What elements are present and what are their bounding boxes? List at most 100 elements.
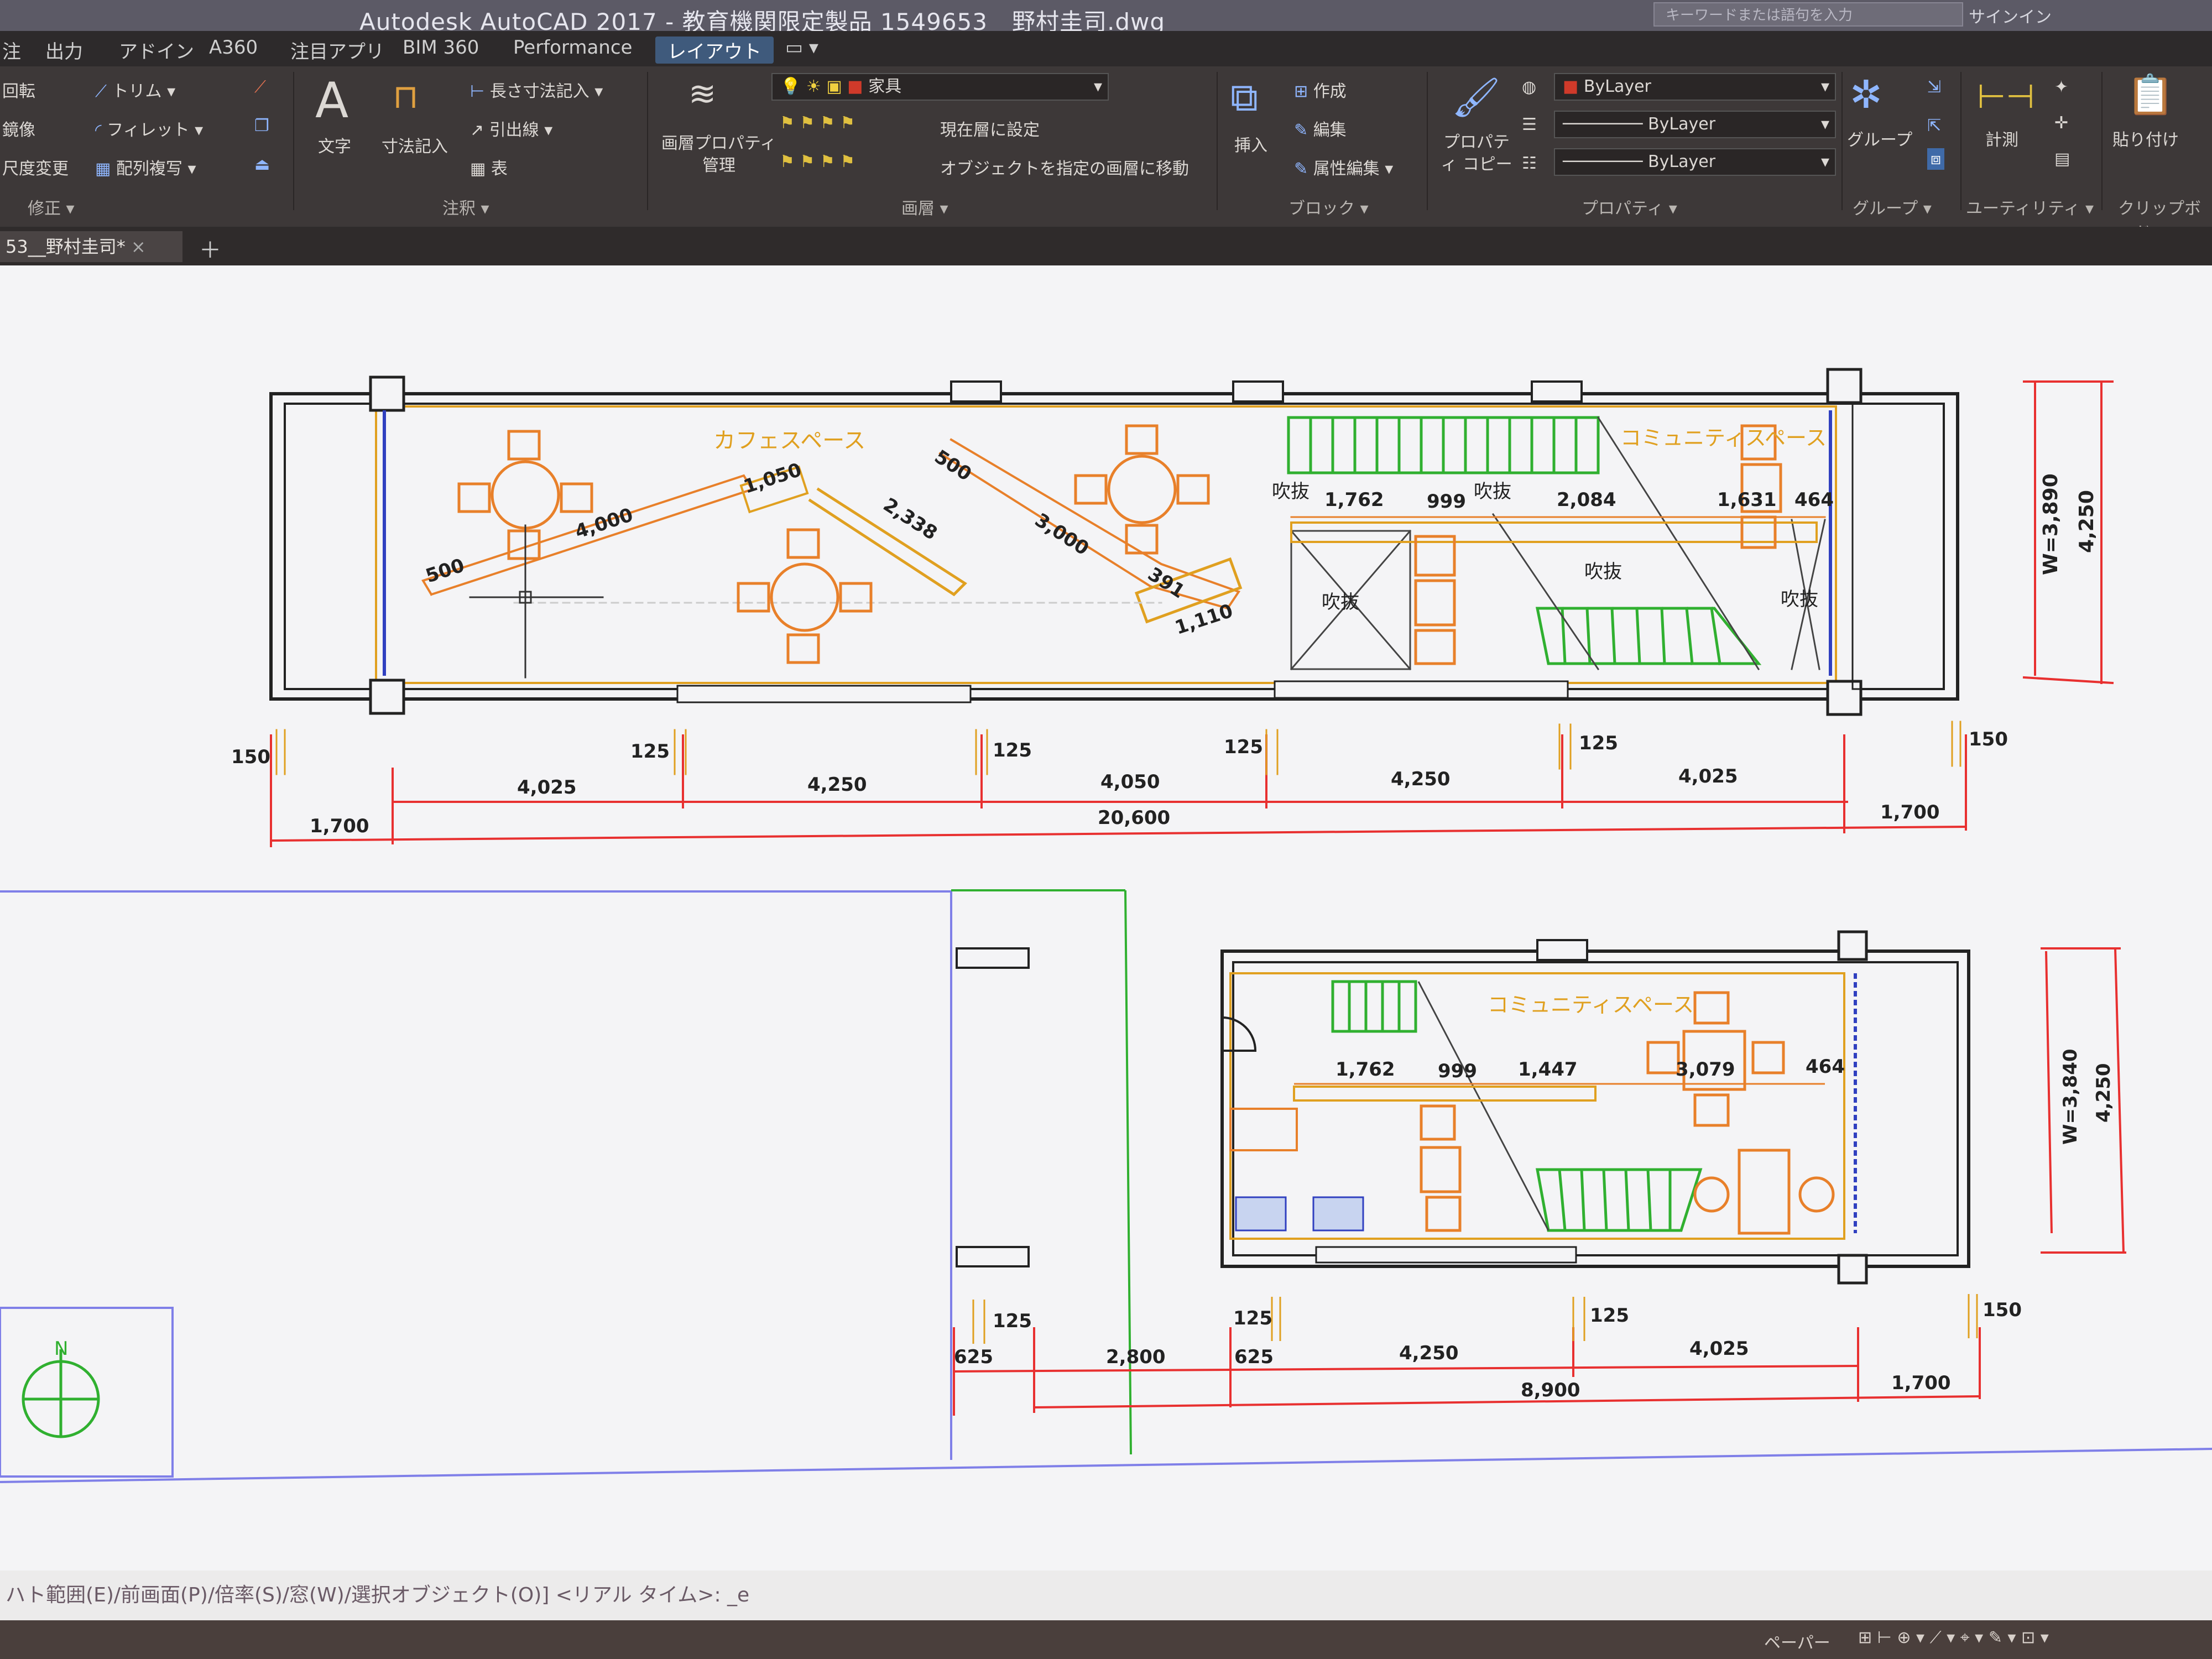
column — [369, 679, 405, 715]
table-button[interactable]: ▦ 表 — [470, 155, 508, 179]
group-icon[interactable]: ✲ — [1850, 72, 1882, 117]
tab-addin[interactable]: アドイン — [119, 36, 194, 64]
vent — [676, 685, 972, 703]
title-bar: Autodesk AutoCAD 2017 - 教育機関限定製品 1549653… — [0, 0, 2212, 35]
insert-button[interactable]: 挿入 — [1234, 132, 1267, 156]
new-tab-icon[interactable]: ＋ — [199, 232, 221, 264]
measure-icon[interactable]: ⊢⊣ — [1977, 77, 2035, 116]
dim-text: 1,700 — [1880, 801, 1940, 823]
match-properties-icon[interactable]: 🖌 — [1452, 75, 1501, 121]
stairs — [1331, 980, 1703, 1232]
copy-icon[interactable]: ❐ — [254, 116, 269, 135]
measure-button[interactable]: 計測 — [1985, 126, 2018, 150]
scale-button[interactable]: 尺度変更 — [2, 155, 69, 179]
tab-output[interactable]: 出力 — [45, 36, 83, 64]
group-select-toggle[interactable]: ⧈ — [1927, 148, 1945, 170]
layers-label: 画層 — [901, 199, 935, 218]
group-edit-icon[interactable]: ⇱ — [1927, 116, 1941, 135]
groups-panel-label[interactable]: グループ ▾ — [1853, 195, 1932, 219]
dining-set — [737, 528, 873, 664]
quick-select-icon[interactable]: ✦ — [2054, 77, 2068, 97]
tab-featured-apps[interactable]: 注目アプリ — [290, 36, 384, 64]
trim-button[interactable]: ⟋ トリム ▾ — [95, 77, 175, 102]
modify-panel-label[interactable]: 修正 ▾ — [28, 195, 75, 219]
lineweight-dropdown[interactable]: ──────── ByLayer ▾ — [1554, 148, 1836, 176]
sun-icon: ☀ — [806, 77, 821, 96]
layer-properties-button[interactable]: 画層プロパティ管理 — [655, 133, 782, 177]
calculator-icon[interactable]: ▤ — [2054, 149, 2070, 169]
match-properties-button[interactable]: プロパティ コピー — [1438, 132, 1515, 176]
status-icons[interactable]: ⊞ ⊢ ⊕ ▾ ⟋ ▾ ⌖ ▾ ✎ ▾ ⊡ ▾ — [1858, 1628, 2049, 1647]
color-wheel-icon[interactable]: ◍ — [1522, 77, 1536, 97]
text-button[interactable]: 文字 — [318, 133, 351, 157]
color-dropdown[interactable]: ■ ByLayer ▾ — [1554, 73, 1836, 101]
tab-more-icon[interactable]: ▭ ▾ — [785, 36, 818, 59]
room-label-community: コミュニティスペース — [1488, 993, 1694, 1017]
array-button[interactable]: ▦ 配列複写 ▾ — [95, 155, 196, 179]
dim-text: 4,250 — [807, 774, 867, 796]
stairs — [1287, 416, 1600, 474]
layer-dropdown[interactable]: 💡 ☀ ▣ ■ 家具 ▾ — [771, 73, 1109, 101]
bottom-plan-dims: 1,762 999 1,447 3,079 464 — [1335, 1056, 1845, 1082]
stretch-icon[interactable]: ⏏ — [254, 155, 270, 174]
edit-block-button[interactable]: ✎ 編集 — [1294, 116, 1347, 140]
dimension-icon[interactable]: ⊓ — [393, 77, 419, 116]
create-block-button[interactable]: ⊞ 作成 — [1294, 77, 1347, 102]
void-label: 吹抜 — [1584, 561, 1622, 583]
utilities-panel-label[interactable]: ユーティリティ ▾ — [1966, 195, 2094, 219]
tab-bim360[interactable]: BIM 360 — [403, 36, 479, 59]
command-line[interactable]: ハト範囲(E)/前画面(P)/倍率(S)/窓(W)/選択オブジェクト(O)] <… — [0, 1571, 2212, 1620]
dim-text: 999 — [1438, 1060, 1477, 1082]
layer-properties-icon[interactable]: ≋ — [688, 75, 716, 113]
close-icon[interactable]: × — [131, 236, 146, 257]
dimension-button[interactable]: 寸法記入 — [382, 133, 448, 157]
properties-panel-label[interactable]: プロパティ ▾ — [1582, 195, 1677, 219]
dim-text: 150 — [1983, 1299, 2022, 1321]
void-label: 吹抜 — [1781, 588, 1818, 611]
move-to-layer-button[interactable]: オブジェクトを指定の画層に移動 — [940, 155, 1189, 179]
void-label: 吹抜 — [1272, 481, 1310, 503]
linetype-dropdown[interactable]: ──────── ByLayer ▾ — [1554, 111, 1836, 138]
create-block-label: 作成 — [1313, 82, 1347, 101]
tab-a360[interactable]: A360 — [209, 36, 258, 59]
dim-text: 125 — [1224, 736, 1263, 758]
text-icon[interactable]: A — [315, 72, 348, 129]
block-panel-label[interactable]: ブロック ▾ — [1288, 195, 1369, 219]
door — [1222, 1016, 1257, 1052]
linetype-icon[interactable]: ☰ — [1522, 115, 1537, 134]
viewport-border[interactable] — [0, 1448, 2212, 1483]
layer-tools-2-icon[interactable]: ⚑ ⚑ ⚑ ⚑ — [780, 152, 855, 171]
erase-icon[interactable]: ⟋ — [254, 77, 266, 97]
insert-block-icon[interactable]: ⧉ — [1230, 75, 1258, 121]
paper-space-toggle[interactable]: ペーパー — [1764, 1629, 1830, 1653]
layer-tools-icon[interactable]: ⚑ ⚑ ⚑ ⚑ — [780, 113, 855, 133]
tab-performance[interactable]: Performance — [513, 36, 632, 59]
dim-text: 464 — [1794, 489, 1834, 511]
signin-button[interactable]: サインイン — [1969, 3, 2052, 28]
top-plan: カフェスペース コミュニティスペース 吹抜 吹抜 吹抜 吹抜 吹抜 500 4,… — [231, 368, 2114, 847]
vent — [1315, 1246, 1577, 1264]
tab-partial[interactable]: 注 — [2, 36, 21, 64]
paste-button[interactable]: 貼り付け — [2112, 126, 2179, 150]
drawing-canvas[interactable]: カフェスペース コミュニティスペース 吹抜 吹抜 吹抜 吹抜 吹抜 500 4,… — [0, 265, 2212, 1571]
set-current-button[interactable]: 現在層に設定 — [940, 116, 1040, 140]
column — [1837, 1254, 1868, 1285]
document-tab[interactable]: 53__野村圭司* × — [0, 231, 182, 262]
edit-attribute-button[interactable]: ✎ 属性編集 ▾ — [1294, 155, 1393, 179]
divider — [1427, 72, 1428, 210]
linear-dim-button[interactable]: ⊢ 長さ寸法記入 ▾ — [470, 77, 603, 102]
annotation-panel-label[interactable]: 注釈 ▾ — [442, 195, 489, 219]
search-input[interactable]: キーワードまたは語句を入力 — [1653, 2, 1963, 27]
leader-button[interactable]: ↗ 引出線 ▾ — [470, 116, 552, 140]
group-button[interactable]: グループ — [1847, 126, 1912, 150]
north-viewport[interactable] — [0, 1307, 174, 1478]
rotate-button[interactable]: 回転 — [2, 77, 35, 102]
point-icon[interactable]: ✛ — [2054, 113, 2068, 133]
fillet-button[interactable]: ◜ フィレット ▾ — [95, 116, 203, 140]
tab-layout[interactable]: レイアウト — [655, 36, 774, 64]
ungroup-icon[interactable]: ⇲ — [1927, 77, 1941, 97]
layers-panel-label[interactable]: 画層 ▾ — [901, 195, 948, 219]
lineweight-icon[interactable]: ☷ — [1522, 154, 1537, 173]
paste-icon[interactable]: 📋 — [2126, 72, 2174, 118]
mirror-button[interactable]: 鏡像 — [2, 116, 35, 140]
